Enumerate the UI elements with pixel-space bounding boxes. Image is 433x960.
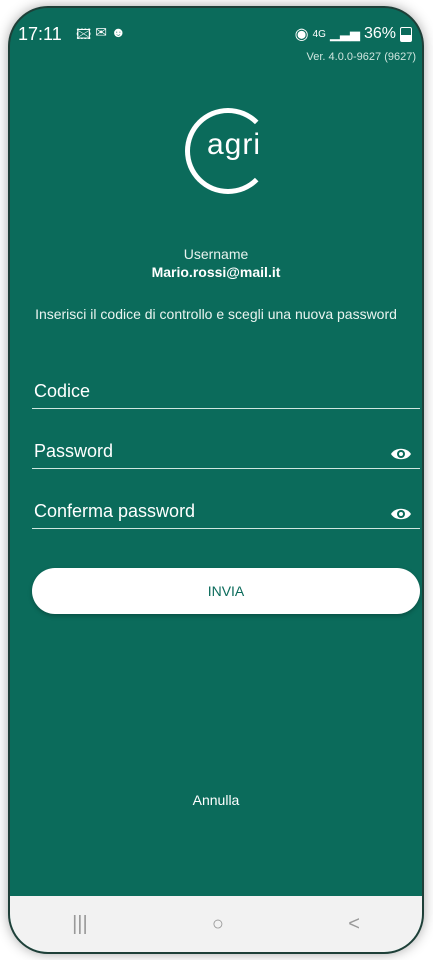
submit-button[interactable]: INVIA xyxy=(32,568,420,614)
network-type: 4G xyxy=(312,28,326,40)
recents-icon[interactable]: ||| xyxy=(72,913,88,936)
instructions-text: Inserisci il codice di controllo e scegl… xyxy=(35,306,397,322)
battery-icon xyxy=(400,26,412,42)
code-field[interactable]: Codice xyxy=(32,376,420,409)
app-screen: 17:11 🖾 ✉ ☻ ◉ 4G ▁▃▅ 36% Ver. 4.0.0-9627… xyxy=(10,8,422,952)
eye-icon[interactable] xyxy=(390,506,412,522)
password-label: Password xyxy=(34,441,114,461)
confirm-password-field[interactable]: Conferma password xyxy=(32,496,420,529)
back-icon[interactable]: < xyxy=(348,913,360,936)
android-nav-bar: ||| ○ < xyxy=(10,896,422,952)
confirm-password-label: Conferma password xyxy=(34,501,196,521)
logo-text: agri xyxy=(207,128,262,161)
hotspot-icon: ◉ xyxy=(294,26,309,43)
brand-logo: agri xyxy=(185,108,275,198)
home-icon[interactable]: ○ xyxy=(212,913,224,936)
cancel-link[interactable]: Annulla xyxy=(10,792,422,808)
version-text: Ver. 4.0.0-9627 (9627) xyxy=(306,51,416,63)
username-value: Mario.rossi@mail.it xyxy=(151,264,281,280)
system-status: ◉ 4G ▁▃▅ 36% xyxy=(295,24,412,44)
status-time: 17:11 xyxy=(18,24,62,44)
signal-icon: ▁▃▅ xyxy=(329,26,360,41)
code-label: Codice xyxy=(34,381,91,401)
username-label: Username xyxy=(183,246,249,262)
gmail-icon: ✉ xyxy=(95,24,107,40)
notification-icons: 🖾 ✉ ☻ xyxy=(76,24,126,48)
password-field[interactable]: Password xyxy=(32,436,420,469)
battery-percent: 36% xyxy=(363,25,396,42)
status-bar: 17:11 🖾 ✉ ☻ ◉ 4G ▁▃▅ 36% xyxy=(10,8,422,48)
image-icon: 🖾 xyxy=(76,26,92,42)
app-icon: ☻ xyxy=(110,24,126,40)
eye-icon[interactable] xyxy=(390,446,412,462)
